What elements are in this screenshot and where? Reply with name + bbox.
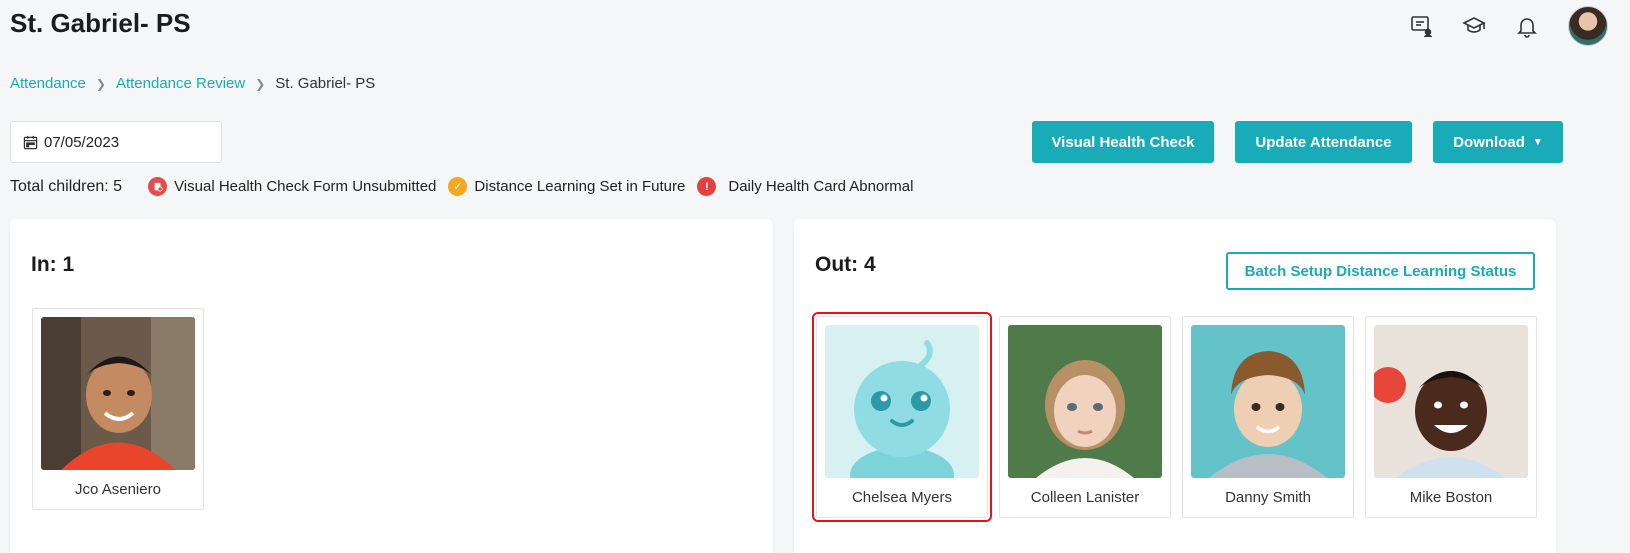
- calendar-icon: [23, 135, 38, 149]
- in-panel-title: In: 1: [31, 253, 75, 276]
- legend-label: Daily Health Card Abnormal: [728, 178, 914, 195]
- child-photo: [1191, 325, 1345, 478]
- breadcrumb-attendance-review[interactable]: Attendance Review: [116, 75, 245, 92]
- legend-form-unsubmitted: Visual Health Check Form Unsubmitted: [148, 177, 436, 196]
- child-photo: [1374, 325, 1528, 478]
- bell-icon[interactable]: [1514, 13, 1540, 39]
- default-avatar: [825, 325, 979, 478]
- child-name: Jco Aseniero: [75, 481, 161, 498]
- check-circle-icon: ✓: [448, 177, 468, 196]
- legend-label: Distance Learning Set in Future: [474, 178, 686, 195]
- graduation-cap-icon[interactable]: [1461, 13, 1487, 39]
- child-card-colleen-lanister[interactable]: Colleen Lanister: [999, 316, 1171, 518]
- messages-icon[interactable]: [1408, 13, 1434, 39]
- form-unsubmitted-icon: [148, 177, 168, 196]
- legend-health-card-abnormal: ! Daily Health Card Abnormal: [697, 177, 913, 196]
- page-title: St. Gabriel- PS: [10, 8, 191, 38]
- batch-setup-distance-learning-button[interactable]: Batch Setup Distance Learning Status: [1226, 252, 1535, 290]
- child-card-mike-boston[interactable]: Mike Boston: [1365, 316, 1537, 518]
- breadcrumb-attendance[interactable]: Attendance: [10, 75, 86, 92]
- chevron-right-icon: ❯: [255, 76, 266, 91]
- child-card-danny-smith[interactable]: Danny Smith: [1182, 316, 1354, 518]
- child-card-chelsea-myers[interactable]: Chelsea Myers: [812, 312, 992, 522]
- download-button[interactable]: Download ▼: [1433, 121, 1563, 163]
- child-photo: [41, 317, 195, 470]
- out-panel: Out: 4 Batch Setup Distance Learning Sta…: [794, 219, 1556, 553]
- legend-label: Visual Health Check Form Unsubmitted: [174, 178, 437, 195]
- visual-health-check-button[interactable]: Visual Health Check: [1032, 121, 1214, 163]
- legend-row: Total children: 5 Visual Health Check Fo…: [10, 177, 925, 196]
- in-panel: In: 1 Jco Aseniero: [10, 219, 773, 553]
- download-label: Download: [1453, 133, 1525, 151]
- alert-icon: !: [697, 177, 717, 196]
- legend-distance-learning: ✓ Distance Learning Set in Future: [448, 177, 685, 196]
- child-photo: [1008, 325, 1162, 478]
- child-name: Colleen Lanister: [1030, 489, 1140, 506]
- child-card-jco-aseniero[interactable]: Jco Aseniero: [32, 308, 204, 510]
- user-avatar[interactable]: [1568, 6, 1608, 46]
- chevron-right-icon: ❯: [95, 76, 106, 91]
- breadcrumb-current: St. Gabriel- PS: [275, 75, 376, 92]
- total-children: Total children: 5: [10, 177, 123, 195]
- date-input[interactable]: [44, 133, 194, 151]
- chevron-down-icon: ▼: [1532, 136, 1543, 148]
- date-picker[interactable]: [10, 121, 222, 163]
- out-panel-title: Out: 4: [815, 253, 876, 276]
- child-name: Chelsea Myers: [851, 489, 953, 506]
- child-name: Danny Smith: [1225, 489, 1311, 506]
- child-name: Mike Boston: [1409, 489, 1493, 506]
- breadcrumb: Attendance ❯ Attendance Review ❯ St. Gab…: [10, 75, 375, 92]
- update-attendance-button[interactable]: Update Attendance: [1235, 121, 1412, 163]
- top-toolbar: [1381, 6, 1608, 46]
